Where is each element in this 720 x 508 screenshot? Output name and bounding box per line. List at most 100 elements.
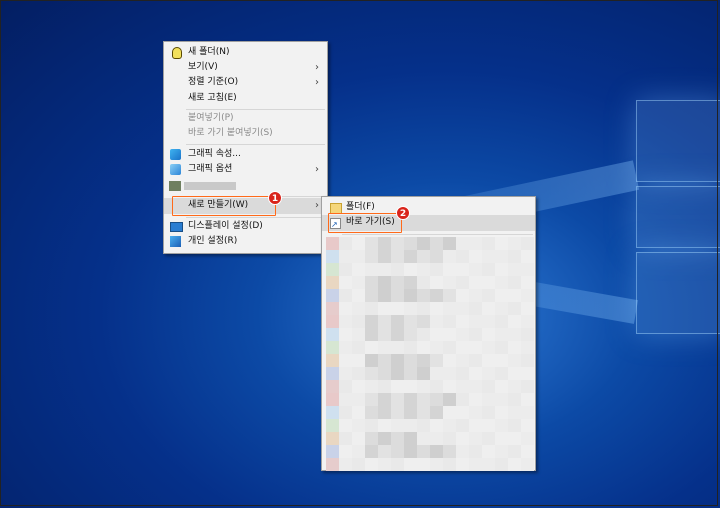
menu-item-view[interactable]: 보기(V) › xyxy=(164,60,327,75)
menu-item-blurred[interactable] xyxy=(164,178,327,193)
mosaic-cell xyxy=(443,237,456,250)
mosaic-cell xyxy=(521,432,534,445)
mosaic-cell xyxy=(521,406,534,419)
mosaic-cell xyxy=(339,302,352,315)
mosaic-cell xyxy=(378,328,391,341)
mosaic-cell xyxy=(365,315,378,328)
mosaic-cell xyxy=(482,315,495,328)
mosaic-cell xyxy=(326,276,339,289)
menu-item-display-settings[interactable]: 디스플레이 설정(D) xyxy=(164,219,327,234)
mosaic-cell xyxy=(521,315,534,328)
mosaic-cell xyxy=(417,302,430,315)
mosaic-cell xyxy=(456,380,469,393)
mosaic-cell xyxy=(508,341,521,354)
menu-item-refresh[interactable]: 새로 고침(E) xyxy=(164,91,327,106)
mosaic-cell xyxy=(339,445,352,458)
mosaic-cell xyxy=(404,393,417,406)
mosaic-cell xyxy=(521,393,534,406)
mosaic-cell xyxy=(391,458,404,471)
windows-logo-background xyxy=(636,100,720,350)
mosaic-cell xyxy=(365,367,378,380)
menu-item-graphics-properties[interactable]: 그래픽 속성... xyxy=(164,147,327,162)
mosaic-cell xyxy=(326,328,339,341)
mosaic-cell xyxy=(339,354,352,367)
mosaic-cell xyxy=(482,432,495,445)
mosaic-cell xyxy=(404,367,417,380)
mosaic-cell xyxy=(521,445,534,458)
mosaic-cell xyxy=(443,328,456,341)
mosaic-cell xyxy=(365,276,378,289)
mosaic-cell xyxy=(469,250,482,263)
mosaic-cell xyxy=(365,354,378,367)
mosaic-cell xyxy=(482,289,495,302)
mosaic-cell xyxy=(365,237,378,250)
mosaic-cell xyxy=(417,237,430,250)
mosaic-cell xyxy=(482,341,495,354)
mosaic-cell xyxy=(495,458,508,471)
mosaic-cell xyxy=(352,302,365,315)
mosaic-cell xyxy=(378,445,391,458)
mosaic-cell xyxy=(482,237,495,250)
mosaic-cell xyxy=(339,328,352,341)
mosaic-cell xyxy=(404,328,417,341)
new-submenu: 폴더(F) 바로 가기(S) xyxy=(321,196,536,471)
menu-separator xyxy=(186,144,325,145)
mosaic-cell xyxy=(326,406,339,419)
mosaic-cell xyxy=(430,432,443,445)
mosaic-cell xyxy=(521,289,534,302)
mosaic-cell xyxy=(417,250,430,263)
app-icon xyxy=(169,181,181,191)
mosaic-cell xyxy=(469,367,482,380)
chevron-right-icon: › xyxy=(315,164,319,175)
mosaic-cell xyxy=(456,237,469,250)
mosaic-cell xyxy=(456,354,469,367)
mosaic-cell xyxy=(495,380,508,393)
mosaic-cell xyxy=(365,302,378,315)
mosaic-cell xyxy=(391,432,404,445)
mosaic-cell xyxy=(352,367,365,380)
mosaic-cell xyxy=(482,445,495,458)
menu-item-new-folder[interactable]: 새 폴더(N) xyxy=(164,45,327,60)
menu-item-sort-by[interactable]: 정렬 기준(O) › xyxy=(164,75,327,90)
mosaic-cell xyxy=(469,380,482,393)
mosaic-cell xyxy=(482,302,495,315)
mosaic-cell xyxy=(521,380,534,393)
mosaic-cell xyxy=(469,289,482,302)
mosaic-cell xyxy=(417,289,430,302)
mosaic-cell xyxy=(430,367,443,380)
mosaic-cell xyxy=(391,341,404,354)
mosaic-cell xyxy=(378,315,391,328)
mosaic-cell xyxy=(378,354,391,367)
mosaic-cell xyxy=(378,341,391,354)
mosaic-cell xyxy=(339,393,352,406)
menu-item-graphics-options[interactable]: 그래픽 옵션 › xyxy=(164,162,327,177)
mosaic-cell xyxy=(443,432,456,445)
mosaic-cell xyxy=(352,250,365,263)
mosaic-cell xyxy=(352,276,365,289)
mosaic-cell xyxy=(456,406,469,419)
mosaic-cell xyxy=(508,354,521,367)
mosaic-cell xyxy=(352,354,365,367)
mosaic-cell xyxy=(378,289,391,302)
menu-item-paste-shortcut: 바로 가기 붙여넣기(S) xyxy=(188,128,273,138)
mosaic-cell xyxy=(391,354,404,367)
mosaic-cell xyxy=(508,289,521,302)
mosaic-cell xyxy=(456,445,469,458)
menu-item-personalize[interactable]: 개인 설정(R) xyxy=(164,234,327,249)
mosaic-cell xyxy=(456,328,469,341)
mosaic-cell xyxy=(339,432,352,445)
mosaic-cell xyxy=(430,250,443,263)
mosaic-cell xyxy=(430,276,443,289)
mosaic-cell xyxy=(391,276,404,289)
mosaic-cell xyxy=(482,276,495,289)
mosaic-cell xyxy=(365,263,378,276)
mosaic-cell xyxy=(365,380,378,393)
mosaic-cell xyxy=(469,237,482,250)
mosaic-cell xyxy=(495,432,508,445)
menu-item-paste: 붙여넣기(P) xyxy=(188,113,234,123)
mosaic-cell xyxy=(417,380,430,393)
mosaic-cell xyxy=(404,315,417,328)
mosaic-cell xyxy=(482,458,495,471)
mosaic-cell xyxy=(495,406,508,419)
mosaic-cell xyxy=(508,419,521,432)
